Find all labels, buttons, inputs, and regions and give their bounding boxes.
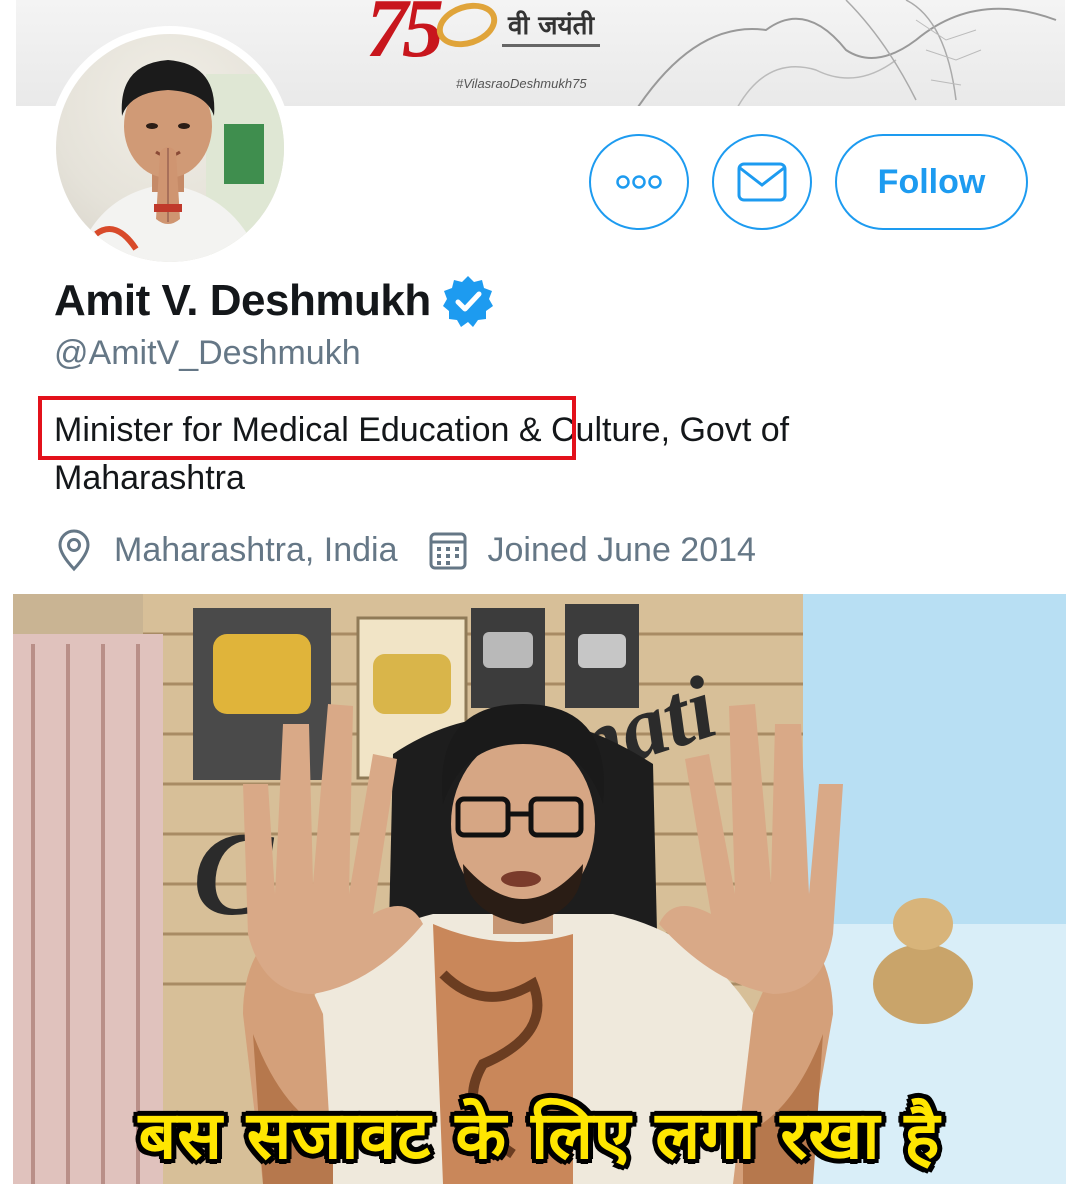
follow-button[interactable]: Follow xyxy=(835,134,1028,230)
location-item: Maharashtra, India xyxy=(54,528,398,572)
avatar-portrait xyxy=(76,60,284,262)
verified-badge-icon xyxy=(442,276,493,327)
meme-image: C nati बस सजावट के लिए लगा रखा है xyxy=(13,594,1066,1184)
profile-avatar[interactable] xyxy=(48,26,292,270)
banner-hashtag: #VilasraoDeshmukh75 xyxy=(456,76,587,91)
joined-text: Joined June 2014 xyxy=(487,530,756,569)
bio-highlighted-text: Minister for Medical Education xyxy=(54,411,510,449)
banner-gold-ring xyxy=(431,0,503,55)
profile-meta: Maharashtra, India Joined June 2014 xyxy=(54,528,756,572)
joined-item: Joined June 2014 xyxy=(428,528,756,572)
message-button[interactable] xyxy=(712,134,812,230)
display-name: Amit V. Deshmukh xyxy=(54,276,431,325)
profile-handle: @AmitV_Deshmukh xyxy=(54,334,361,372)
more-options-button[interactable] xyxy=(589,134,689,230)
avatar-photo xyxy=(56,34,284,262)
profile-bio: Minister for Medical Education & Culture… xyxy=(54,406,954,502)
banner-jayanti-text: वी जयंती xyxy=(502,4,601,47)
meme-caption: बस सजावट के लिए लगा रखा है xyxy=(138,1097,941,1174)
location-text: Maharashtra, India xyxy=(114,530,398,569)
banner-75-number: 75 xyxy=(366,0,444,75)
banner-portrait-sketch xyxy=(637,0,1057,106)
location-pin-icon xyxy=(58,529,90,572)
name-row: Amit V. Deshmukh xyxy=(54,274,495,328)
calendar-icon xyxy=(429,532,466,570)
envelope-icon xyxy=(737,162,787,202)
more-icon xyxy=(616,175,662,189)
